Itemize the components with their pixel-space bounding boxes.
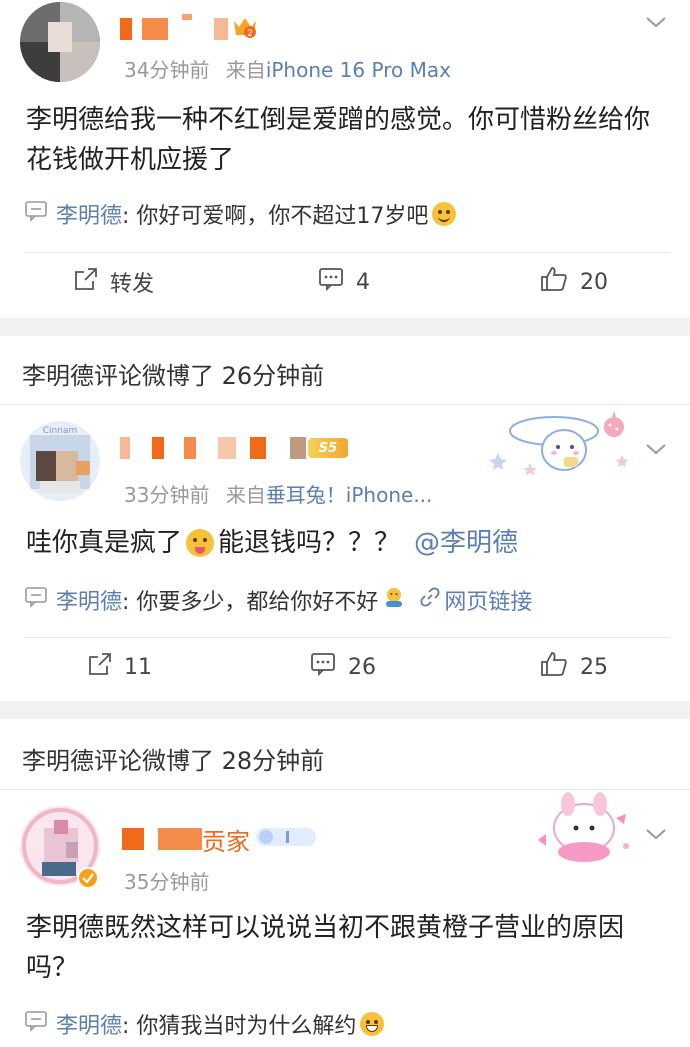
reply-author[interactable]: 李明德 — [56, 198, 122, 230]
repost-icon — [74, 267, 98, 297]
reply-author[interactable]: 李明德 — [56, 1008, 122, 1040]
content-text: 能退钱吗？？？ — [218, 528, 401, 558]
notice-text: 李明德评论微博了 26分钟前 — [22, 362, 325, 390]
cinnamoroll-sticker-icon — [484, 405, 644, 479]
tongue-out-emoji-icon — [186, 529, 215, 557]
section-separator — [0, 701, 690, 719]
mention-link[interactable]: @李明德 — [414, 523, 518, 563]
like-button[interactable]: 20 — [540, 262, 608, 302]
comment-meta: 34分钟前 来自iPhone 16 Pro Max — [124, 58, 451, 82]
divider — [24, 252, 670, 253]
verified-badge-icon — [76, 866, 100, 894]
reply-preview[interactable]: 李明德 : 你猜我当时为什么解约 — [24, 1007, 385, 1041]
notice-bar-2: 李明德评论微博了 28分钟前 — [0, 719, 690, 789]
comment-button[interactable]: 26 — [310, 647, 376, 687]
repost-count: 11 — [124, 654, 152, 680]
comment-count: 26 — [348, 654, 376, 680]
repost-button[interactable]: 11 — [88, 647, 152, 687]
comment-count: 4 — [356, 269, 370, 295]
username-blurred[interactable]: S5 — [120, 433, 348, 463]
comment-content: 哇你真是疯了 能退钱吗？？？ @李明德 — [26, 523, 666, 563]
reply-icon — [24, 586, 48, 614]
hug-emoji-icon — [382, 585, 406, 615]
avatar[interactable]: Cinnam — [20, 421, 100, 501]
comment-meta: 33分钟前 来自垂耳兔！iPhone... — [124, 483, 433, 507]
reply-text: : 你好可爱啊，你不超过17岁吧 — [122, 204, 429, 229]
comment-card-1: 2 34分钟前 来自iPhone 16 Pro Max 李明德给我一种不红倒是爱… — [0, 0, 690, 318]
comment-card-3: 贡家 35分钟前 李明德既然这样可以说说当初不跟黄橙子营业的原因吗？ 李明德 :… — [0, 790, 690, 1047]
web-link[interactable]: 网页链接 — [420, 584, 532, 616]
reply-text: : 你要多少，都给你好不好 — [122, 590, 379, 615]
svg-text:Cinnam: Cinnam — [43, 426, 77, 436]
username-blurred[interactable]: 贡家 — [122, 824, 316, 856]
comment-content: 李明德给我一种不红倒是爱蹭的感觉。你可惜粉丝给你花钱做开机应援了 — [26, 105, 651, 175]
avatar[interactable] — [20, 2, 100, 82]
repost-label: 转发 — [110, 272, 155, 297]
like-button[interactable]: 25 — [540, 647, 608, 687]
chevron-down-icon[interactable] — [644, 822, 668, 846]
chevron-down-icon[interactable] — [644, 10, 668, 34]
link-icon — [420, 587, 440, 613]
repost-button[interactable]: 转发 — [74, 262, 154, 302]
bunny-sticker-icon — [528, 790, 638, 874]
grin-emoji-icon — [360, 1012, 385, 1036]
comment-meta: 35分钟前 — [124, 870, 210, 894]
comment-button[interactable]: 4 — [318, 262, 370, 302]
thumbs-up-icon — [540, 266, 568, 298]
reply-preview[interactable]: 李明德 : 你好可爱啊，你不超过17岁吧 — [24, 197, 457, 231]
reply-author[interactable]: 李明德 — [56, 584, 122, 616]
comment-icon — [310, 652, 336, 682]
repost-icon — [88, 652, 112, 682]
notice-text: 李明德评论微博了 28分钟前 — [22, 747, 325, 775]
chevron-down-icon[interactable] — [644, 437, 668, 461]
device-label: iPhone 16 Pro Max — [265, 58, 451, 82]
action-bar: 转发 4 20 — [0, 262, 690, 302]
section-separator — [0, 318, 690, 336]
svg-text:2: 2 — [247, 29, 253, 39]
link-label: 网页链接 — [444, 590, 533, 615]
reply-preview[interactable]: 李明德 : 你要多少，都给你好不好 网页链接 — [24, 583, 532, 617]
content-text: 哇你真是疯了 — [26, 528, 183, 558]
reply-text: : 你猜我当时为什么解约 — [122, 1014, 357, 1039]
fan-badge-icon — [256, 826, 316, 852]
reply-icon — [24, 1010, 48, 1038]
notice-bar-1: 李明德评论微博了 26分钟前 — [0, 336, 690, 404]
thumbs-up-icon — [540, 651, 568, 683]
username-text: 贡家 — [202, 827, 250, 856]
comment-icon — [318, 267, 344, 297]
vip-crown-icon: 2 — [232, 15, 258, 43]
action-bar: 11 26 25 — [0, 647, 690, 687]
reply-icon — [24, 200, 48, 228]
divider — [24, 637, 670, 638]
smile-emoji-icon — [432, 202, 457, 226]
svip-badge: S5 — [308, 438, 348, 458]
username-blurred[interactable]: 2 — [120, 14, 258, 44]
comment-content: 李明德既然这样可以说说当初不跟黄橙子营业的原因吗？ — [26, 913, 625, 983]
device-label: 垂耳兔！iPhone... — [265, 483, 433, 507]
like-count: 25 — [580, 654, 608, 680]
like-count: 20 — [580, 269, 608, 295]
comment-card-2: Cinnam S5 33分钟前 来自垂耳兔！iPhone... 哇你真是疯了 能… — [0, 405, 690, 701]
